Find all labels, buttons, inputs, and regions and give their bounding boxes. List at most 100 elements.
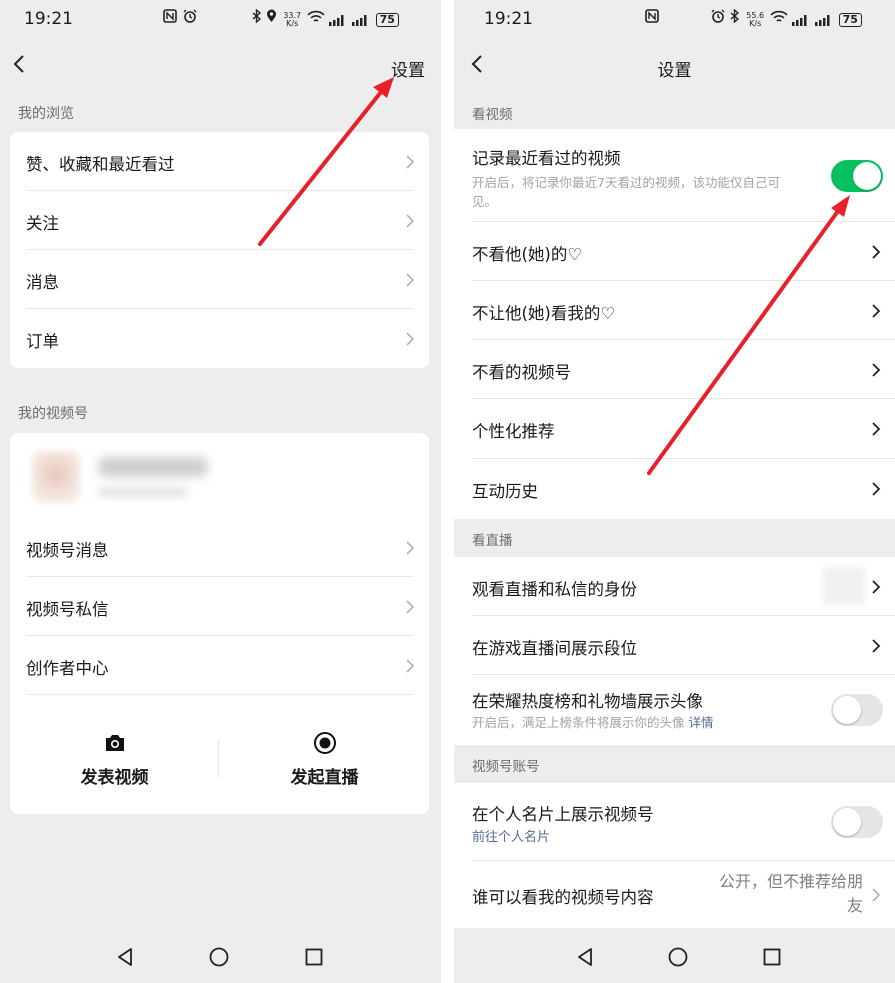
location-icon — [267, 9, 277, 22]
bluetooth-icon — [252, 8, 262, 24]
network-speed: 55.6 K/s — [746, 11, 764, 28]
signal-icon — [351, 14, 367, 26]
page-title: 设置 — [657, 61, 692, 81]
status-time: 19:21 — [24, 9, 73, 29]
nfc-icon — [645, 9, 659, 23]
setting-hide-their[interactable]: 不看他(她)的♡ — [454, 222, 895, 281]
alarm-icon — [711, 9, 725, 23]
group-label-watch-live: 看直播 — [472, 533, 513, 549]
signal-icon — [792, 14, 807, 26]
setting-interaction-history[interactable]: 互动历史 — [454, 459, 895, 519]
list-item-label: 订单 — [26, 332, 59, 351]
system-nav-bar — [454, 935, 895, 983]
section-label-browse: 我的浏览 — [18, 106, 74, 122]
chevron-right-icon — [406, 332, 415, 346]
setting-value-line2: 友 — [846, 896, 863, 915]
setting-live-identity[interactable]: 观看直播和私信的身份 — [454, 557, 895, 616]
nav-back-icon[interactable] — [114, 946, 136, 968]
nav-home-icon[interactable] — [208, 946, 230, 968]
live-record-icon — [313, 732, 336, 754]
setting-title: 在个人名片上展示视频号 — [472, 805, 654, 824]
setting-personalized[interactable]: 个性化推荐 — [454, 399, 895, 459]
profile-card-link[interactable]: 前往个人名片 — [472, 826, 550, 845]
list-item-label: 创作者中心 — [26, 659, 109, 678]
post-video-label: 发表视频 — [80, 768, 149, 788]
back-icon[interactable] — [8, 52, 32, 76]
channel-actions: 发表视频 发起直播 — [10, 705, 429, 805]
group-label-account: 视频号账号 — [472, 759, 540, 775]
setting-description: 开启后，满足上榜条件将展示你的头像 详情 — [472, 713, 802, 732]
nfc-icon — [163, 9, 177, 23]
network-speed-unit: K/s — [286, 18, 299, 28]
divider — [218, 740, 219, 778]
list-item-follow[interactable]: 关注 — [10, 191, 429, 250]
system-nav-bar — [0, 935, 441, 983]
browse-card: 赞、收藏和最近看过 关注 消息 订单 — [10, 132, 429, 368]
list-item-label: 视频号消息 — [26, 541, 109, 560]
chevron-right-icon — [872, 482, 881, 496]
setting-value: 公开，但不推荐给朋友 — [719, 870, 863, 918]
bluetooth-icon — [730, 8, 740, 24]
show-on-card-toggle[interactable] — [831, 806, 883, 838]
setting-hide-mine[interactable]: 不让他(她)看我的♡ — [454, 281, 895, 340]
camera-icon — [105, 735, 124, 751]
setting-title: 在荣耀热度榜和礼物墙展示头像 — [472, 692, 703, 711]
list-item-messages[interactable]: 消息 — [10, 250, 429, 309]
toggle-knob — [833, 696, 861, 724]
signal-icon — [329, 14, 344, 26]
alarm-icon — [183, 9, 197, 23]
post-video-button[interactable]: 发表视频 — [10, 705, 219, 805]
status-time: 19:21 — [484, 9, 533, 29]
nav-back-icon[interactable] — [574, 946, 596, 968]
chevron-right-icon — [406, 214, 415, 228]
setting-show-avatar: 在荣耀热度榜和礼物墙展示头像 开启后，满足上榜条件将展示你的头像 详情 — [454, 675, 895, 745]
setting-blocked-channels[interactable]: 不看的视频号 — [454, 340, 895, 399]
setting-record-history: 记录最近看过的视频 开启后，将记录你最近7天看过的视频，该功能仅自己可见。 — [454, 129, 895, 222]
section-label-channel: 我的视频号 — [18, 406, 88, 422]
battery-icon: 75 — [375, 12, 399, 27]
channel-card: 视频号消息 视频号私信 创作者中心 发表视频 发起直播 — [10, 433, 429, 814]
list-item-channel-messages[interactable]: 视频号消息 — [10, 518, 429, 577]
toggle-knob — [833, 808, 861, 836]
chevron-right-icon — [872, 363, 881, 377]
chevron-right-icon — [406, 541, 415, 555]
show-avatar-toggle[interactable] — [831, 694, 883, 726]
setting-show-rank[interactable]: 在游戏直播间展示段位 — [454, 616, 895, 675]
start-live-button[interactable]: 发起直播 — [220, 705, 429, 805]
network-speed-unit: K/s — [749, 18, 762, 28]
nav-home-icon[interactable] — [667, 946, 689, 968]
list-item-orders[interactable]: 订单 — [10, 309, 429, 368]
settings-link[interactable]: 设置 — [391, 56, 425, 81]
setting-who-can-see[interactable]: 谁可以看我的视频号内容 公开，但不推荐给朋友 — [454, 861, 895, 928]
wifi-icon — [770, 10, 788, 22]
battery-icon: 75 — [838, 12, 862, 27]
record-history-toggle[interactable] — [831, 160, 883, 192]
setting-title: 互动历史 — [472, 482, 538, 501]
status-icons-left — [644, 9, 660, 27]
group-label-watch-video: 看视频 — [472, 107, 513, 123]
setting-description-text: 开启后，满足上榜条件将展示你的头像 — [472, 715, 685, 730]
blurred-avatar — [823, 567, 865, 605]
setting-title: 不看他(她)的♡ — [472, 245, 583, 264]
start-live-label: 发起直播 — [290, 768, 359, 788]
chevron-right-icon — [872, 888, 881, 902]
nav-recents-icon[interactable] — [303, 946, 325, 968]
top-bar: 设置 — [0, 44, 441, 88]
top-bar: 设置 — [454, 44, 895, 88]
setting-title: 不看的视频号 — [472, 363, 571, 382]
list-item-creator-center[interactable]: 创作者中心 — [10, 636, 429, 695]
list-item-likes[interactable]: 赞、收藏和最近看过 — [10, 132, 429, 191]
nav-recents-icon[interactable] — [761, 946, 783, 968]
account-panel: 在个人名片上展示视频号 前往个人名片 谁可以看我的视频号内容 公开，但不推荐给朋… — [454, 783, 895, 928]
network-speed: 33.7 K/s — [283, 11, 301, 28]
list-item-channel-dm[interactable]: 视频号私信 — [10, 577, 429, 636]
avatar — [32, 451, 80, 503]
toggle-knob — [853, 162, 881, 190]
chevron-right-icon — [406, 600, 415, 614]
blurred-subtitle — [98, 487, 188, 497]
details-link[interactable]: 详情 — [689, 715, 714, 730]
chevron-right-icon — [406, 659, 415, 673]
chevron-right-icon — [406, 273, 415, 287]
channel-profile-blurred[interactable] — [10, 433, 429, 518]
right-screen: 19:21 55.6 K/s 75 设置 看视频 记录最近看过的视频 开启后，将记… — [454, 0, 895, 983]
